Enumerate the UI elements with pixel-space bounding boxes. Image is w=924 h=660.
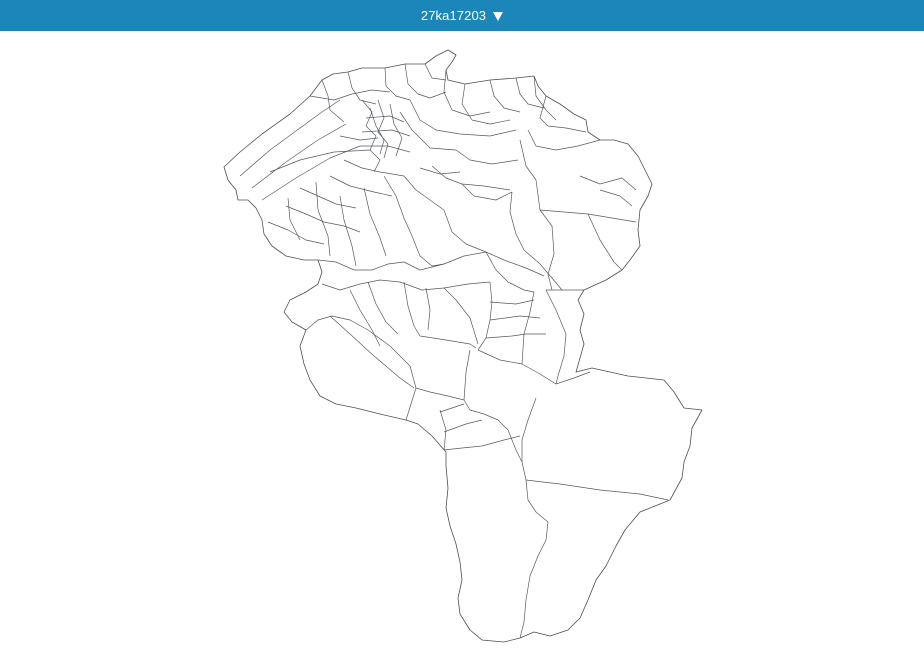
boundary-map-svg <box>223 49 703 643</box>
region-outline <box>223 49 703 643</box>
area-code-label: 27ka17203 <box>420 8 487 23</box>
triangle-down-icon <box>493 11 504 21</box>
header-bar: 27ka17203 <box>0 0 924 31</box>
area-selector[interactable]: 27ka17203 <box>420 8 504 23</box>
boundary-map[interactable] <box>0 31 924 660</box>
